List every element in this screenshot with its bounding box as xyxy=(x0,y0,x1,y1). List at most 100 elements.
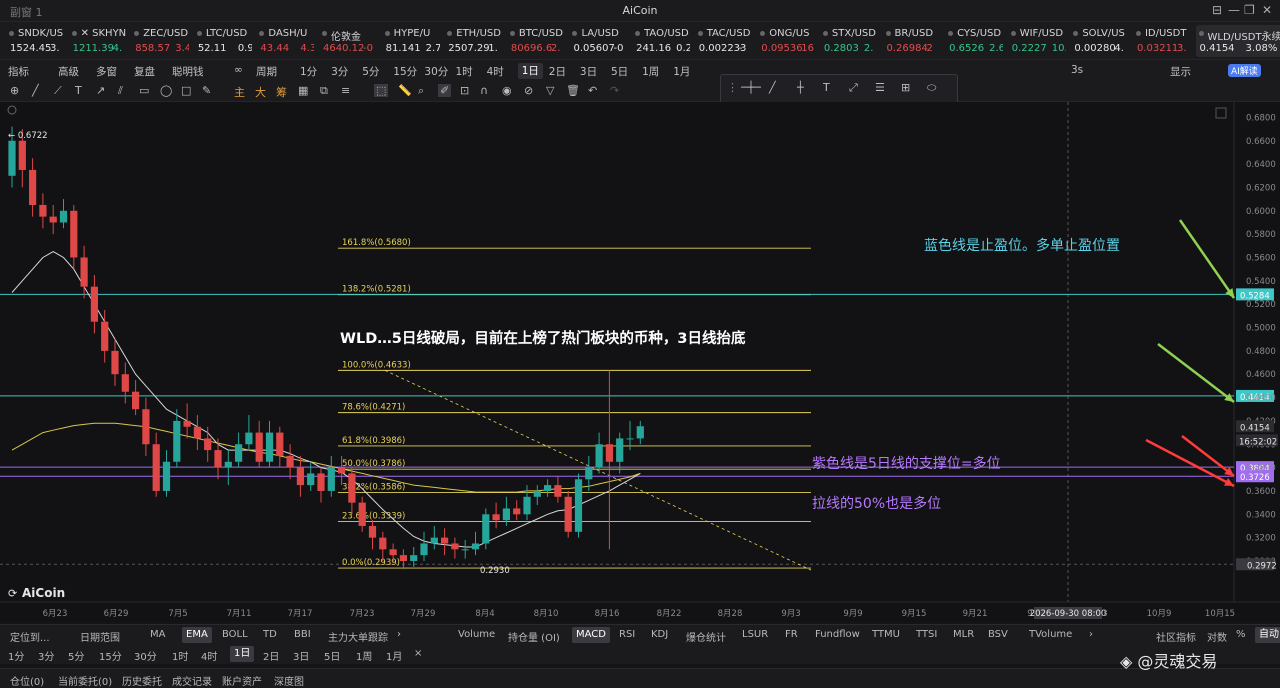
ticker-item[interactable]: STX/USD 0.2803 2. xyxy=(820,25,878,57)
fund-label-icon[interactable]: 筹 xyxy=(276,84,287,100)
crosshair-icon[interactable]: ⊕ xyxy=(10,84,19,97)
pen-icon[interactable]: ✐ xyxy=(438,84,452,97)
row1-item[interactable]: Volume xyxy=(458,629,495,640)
ticker-item[interactable]: TAC/USD 0.002233- xyxy=(695,25,753,57)
trash-icon[interactable]: 🗑 xyxy=(566,84,580,97)
eye-icon[interactable]: ◉ xyxy=(502,84,512,97)
maximize-button[interactable]: ❐ xyxy=(1244,3,1255,17)
ruler-icon[interactable]: 📏 xyxy=(398,84,412,97)
period-6[interactable]: 4时 xyxy=(487,64,504,79)
period-12[interactable]: 1月 xyxy=(673,64,690,79)
ticker-item[interactable]: 伦敦金 4640.12 -0 xyxy=(319,25,377,57)
row1-item[interactable]: › xyxy=(397,629,401,640)
arrow-tool-icon[interactable]: ↗ xyxy=(96,84,105,97)
row1-item[interactable]: 自动 xyxy=(1255,627,1280,643)
copy-icon[interactable]: ⧉ xyxy=(320,84,328,98)
ticker-item[interactable]: DASH/U 43.44 4.37 xyxy=(256,25,314,57)
rect-tool-icon[interactable]: ▭ xyxy=(139,84,149,97)
toolbar-item[interactable]: 聪明钱 xyxy=(172,64,204,79)
line-tool-icon[interactable]: ╱ xyxy=(32,84,39,97)
row2-item[interactable]: 3分 xyxy=(38,648,54,663)
ticker-item[interactable]: ✕ SKHYNI 1211.39 4. xyxy=(69,25,127,57)
period-8[interactable]: 2日 xyxy=(549,64,566,79)
cursor-icon[interactable]: ⬚ xyxy=(374,84,389,97)
filter-icon[interactable]: ▽ xyxy=(546,84,554,97)
ticker-item[interactable]: SOLV/US 0.00280 4. xyxy=(1070,25,1128,57)
link-icon[interactable]: ⊘ xyxy=(524,84,533,97)
row1-item[interactable]: KDJ xyxy=(651,629,668,640)
toolbar-right-display-menu[interactable]: 显示 xyxy=(1170,64,1191,79)
row2-item[interactable]: 1分 xyxy=(8,648,24,663)
row1-item[interactable]: TTSI xyxy=(916,629,937,640)
row1-item[interactable]: BBI xyxy=(294,629,311,640)
ellipse-tool-icon[interactable]: ⬭ xyxy=(927,81,936,95)
row3-item[interactable]: 仓位(0) xyxy=(10,673,44,688)
ticker-item[interactable]: WLD/USDT永续 0.4154 3.08% xyxy=(1195,25,1280,57)
row1-item[interactable]: MA xyxy=(150,629,165,640)
row1-item[interactable]: TVolume xyxy=(1029,629,1072,640)
row2-item[interactable]: 1周 xyxy=(356,648,372,663)
toolbar-item[interactable]: 高级 xyxy=(58,64,79,79)
grid-icon[interactable]: ▦ xyxy=(298,84,308,97)
square-tool-icon[interactable]: □ xyxy=(181,84,191,97)
period-0[interactable]: 1分 xyxy=(300,64,317,79)
ticker-item[interactable]: WIF/USD 0.2227 10. xyxy=(1008,25,1066,57)
row2-item[interactable]: 1月 xyxy=(386,648,402,663)
ticker-item[interactable]: TAO/USD 241.16 0.2 xyxy=(632,25,690,57)
row1-item[interactable]: 定位到... xyxy=(10,629,50,644)
ticker-item[interactable]: LA/USD 0.05607 -0 xyxy=(569,25,627,57)
row2-item[interactable]: 15分 xyxy=(99,648,122,663)
row3-item[interactable]: 成交记录 xyxy=(172,673,212,688)
row2-item[interactable]: × xyxy=(414,648,422,659)
ticker-item[interactable]: CYS/USD 0.6526 2.6 xyxy=(945,25,1003,57)
row1-item[interactable]: MACD xyxy=(572,627,610,643)
redo-icon[interactable]: ↷ xyxy=(610,84,619,97)
ray-tool-icon[interactable]: ⟋ xyxy=(54,84,62,98)
toolbar-right-refresh-rate[interactable]: 3s xyxy=(1071,64,1083,76)
row1-item[interactable]: 爆仓统计 xyxy=(686,629,726,644)
row3-item[interactable]: 当前委托(0) xyxy=(58,673,112,688)
price-chart[interactable]: 161.8%(0.5680) 138.2%(0.5281) 100.0%(0.463… xyxy=(0,102,1280,622)
channel-tool-icon[interactable]: ⫽ xyxy=(118,84,123,98)
vline-tool-icon[interactable]: ┼ xyxy=(797,81,804,94)
row1-item[interactable]: 社区指标 xyxy=(1156,629,1196,644)
period-10[interactable]: 5日 xyxy=(611,64,628,79)
ticker-item[interactable]: ONG/US 0.09536 16 xyxy=(757,25,815,57)
row1-item[interactable]: Fundflow xyxy=(815,629,860,640)
row3-item[interactable]: 深度图 xyxy=(274,673,304,688)
row3-item[interactable]: 账户资产 xyxy=(222,673,262,688)
row2-item[interactable]: 1时 xyxy=(172,648,188,663)
row1-item[interactable]: 对数 xyxy=(1207,629,1227,644)
close-button[interactable]: ✕ xyxy=(1262,3,1272,17)
toolbar-right-ai-analysis-button[interactable]: AI解读 xyxy=(1228,64,1261,77)
pin-icon[interactable]: ⊟ xyxy=(1212,3,1222,17)
period-3[interactable]: 15分 xyxy=(393,64,417,79)
toolbar-item[interactable]: 指标 xyxy=(8,64,29,79)
period-1[interactable]: 3分 xyxy=(331,64,348,79)
toolbar-item[interactable]: 多窗 xyxy=(96,64,117,79)
row1-item[interactable]: 主力大单跟踪 xyxy=(328,629,388,644)
text-tool-icon[interactable]: T xyxy=(75,84,82,97)
period-5[interactable]: 1时 xyxy=(456,64,473,79)
period-dropdown[interactable]: 周期 xyxy=(256,64,277,79)
period-2[interactable]: 5分 xyxy=(362,64,379,79)
row1-item[interactable]: EMA xyxy=(182,627,212,643)
toolbar-item[interactable]: ∞ xyxy=(234,64,243,76)
row3-item[interactable]: 历史委托 xyxy=(122,673,162,688)
ticker-item[interactable]: ID/USDT 0.03211 3. xyxy=(1133,25,1191,57)
hline-tool-icon[interactable]: ─┼─ xyxy=(741,81,761,94)
row2-item[interactable]: 3日 xyxy=(293,648,309,663)
row2-item[interactable]: 30分 xyxy=(134,648,157,663)
row2-item[interactable]: 4时 xyxy=(201,648,217,663)
row2-item[interactable]: 5分 xyxy=(68,648,84,663)
ticker-item[interactable]: ZEC/USD 858.57 3.4 xyxy=(131,25,189,57)
ticker-item[interactable]: BTC/USD 80696.6 2. xyxy=(507,25,565,57)
row1-item[interactable]: 日期范围 xyxy=(80,629,120,644)
ray-icon[interactable]: ⤢ xyxy=(849,81,858,95)
trend-tool-icon[interactable]: ╱ xyxy=(769,81,776,94)
ticker-item[interactable]: BR/USD 0.26984 2 xyxy=(883,25,941,57)
period-9[interactable]: 3日 xyxy=(580,64,597,79)
ticker-item[interactable]: ETH/USD 2507.29 1. xyxy=(444,25,502,57)
lock-icon[interactable]: ⊡ xyxy=(460,84,469,97)
measure-tool-icon[interactable]: ⊞ xyxy=(901,81,910,94)
